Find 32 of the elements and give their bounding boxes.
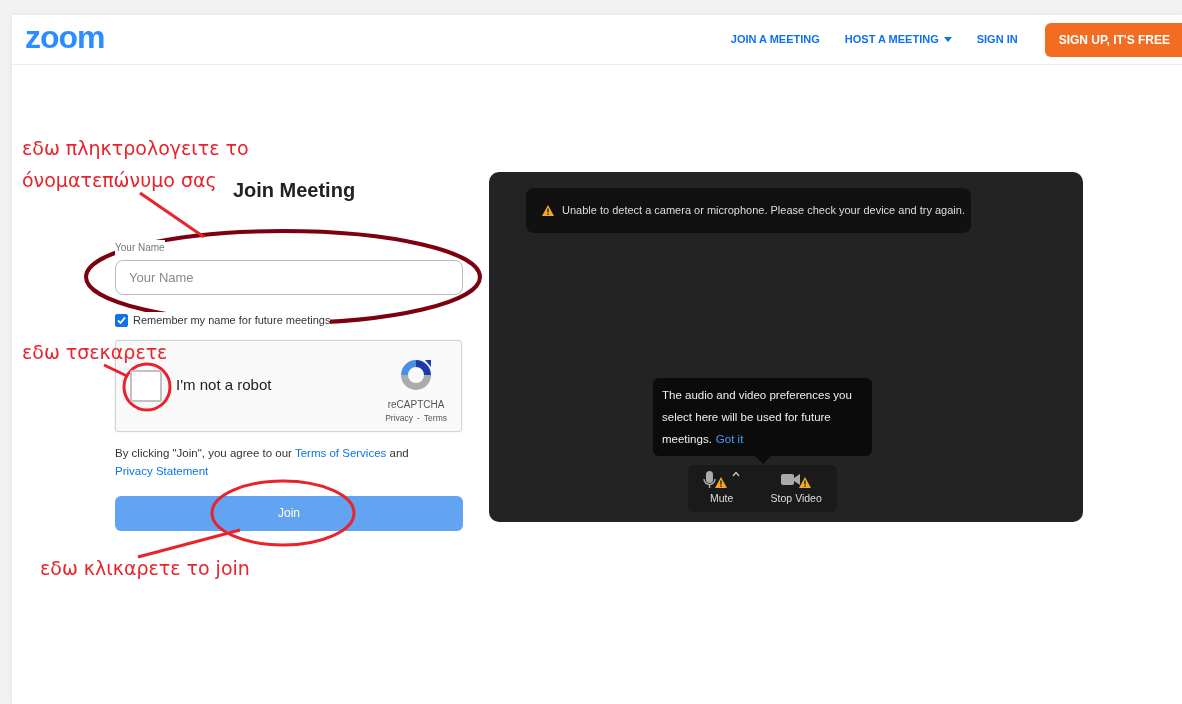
annotation-text: εδω πληκτρολογειτε το (22, 139, 249, 158)
nav-link[interactable]: JOIN A MEETING (730, 31, 820, 48)
warning-icon (542, 205, 554, 216)
name-field[interactable]: Your Name (115, 260, 463, 295)
nav-link[interactable]: HOST A MEETING (844, 31, 952, 48)
annotation-text: εδω τσεκαρετε (22, 343, 168, 362)
privacy-link[interactable]: Privacy (385, 411, 413, 425)
agreement-text: By clicking "Join", you agree to our Terms of Services and Privacy Statement (115, 445, 410, 479)
checkbox-label: Remember my name for future meetings (133, 312, 331, 329)
captcha-label: I'm not a robot (176, 375, 272, 396)
privacy-link[interactable]: Privacy Statement (115, 464, 209, 477)
mute-button[interactable]: Mute (703, 470, 741, 507)
join-button[interactable]: Join (115, 495, 463, 531)
terms-link[interactable]: Terms of Services (294, 446, 387, 459)
field-label: Your Name (115, 240, 165, 255)
separator: - (417, 411, 420, 425)
sign-up-button[interactable]: SIGN UP, IT'S FREE (1044, 22, 1182, 57)
video-button[interactable]: Stop Video (770, 470, 822, 507)
annotation-text: εδω κλικαρετε το join (40, 559, 250, 578)
captcha-brand: reCAPTCHA (387, 397, 445, 412)
annotation-text: όνοματεπώνυμο σας (22, 171, 217, 190)
captcha-checkbox[interactable] (130, 369, 162, 402)
remember-checkbox[interactable] (115, 313, 128, 327)
nav-link[interactable]: SIGN IN (976, 31, 1018, 48)
terms-link[interactable]: Terms (423, 411, 447, 425)
zoom-logo[interactable]: zoom (25, 20, 105, 53)
warning-text: Unable to detect a camera or microphone. Please check your device and try again. (562, 203, 965, 219)
got-it-link[interactable]: Got it (715, 433, 744, 445)
form-title: Join Meeting (232, 178, 356, 202)
microphone-icon (703, 470, 717, 488)
tooltip-text: The audio and video preferences you select here will be used for future meetings. Got it (662, 389, 852, 445)
annotation-circle (122, 362, 172, 412)
